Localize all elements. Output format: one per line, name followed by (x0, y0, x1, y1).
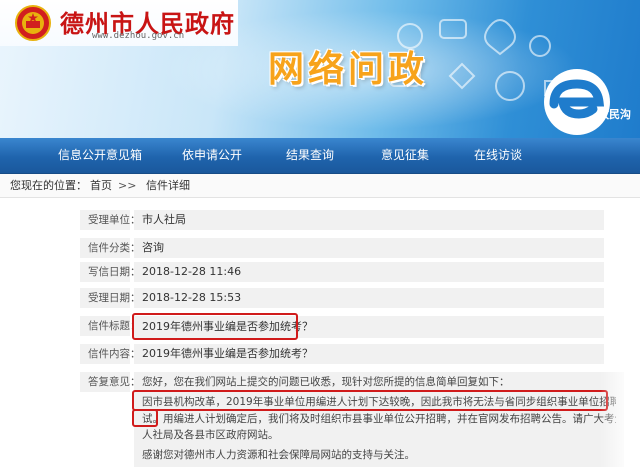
field-label: 信件内容： (80, 344, 141, 364)
field-value: 2019年德州事业编是否参加统考？ (134, 344, 604, 364)
nav-item-online-interview[interactable]: 在线访谈 (474, 138, 522, 174)
field-label: 受理单位： (80, 210, 141, 230)
nav-item-result-query[interactable]: 结果查询 (286, 138, 334, 174)
field-value: 咨询 (134, 238, 604, 258)
reply-line: 感谢您对德州市人力资源和社会保障局网站的支持与关注。 (142, 449, 415, 461)
main-nav: 信息公开意见箱 依申请公开 结果查询 意见征集 在线访谈 (0, 138, 640, 174)
e-gov-logo-text: 政民沟 (598, 108, 631, 121)
reply-line: 您好，您在我们网站上提交的问题已收悉，现针对您所提的信息简单回复如下： (142, 376, 510, 388)
site-title: 网络问政 (268, 49, 429, 90)
field-value: 市人社局 (134, 210, 604, 230)
reply-line: 人社局及各县市区政府网站。 (142, 428, 279, 441)
breadcrumb-current: 信件详细 (146, 179, 190, 192)
reply-body: 您好，您在我们网站上提交的问题已收悉，现针对您所提的信息简单回复如下： 因市县机… (134, 372, 624, 467)
nav-item-opinion-collection[interactable]: 意见征集 (381, 138, 429, 174)
breadcrumb-separator: >> (118, 179, 137, 192)
nav-item-info-disclosure-mailbox[interactable]: 信息公开意见箱 (58, 138, 142, 174)
breadcrumb: 您现在的位置： 首页 >> 信件详细 (0, 174, 640, 198)
national-emblem-icon (15, 5, 51, 41)
field-label: 信件分类： (80, 238, 141, 258)
field-value: 2019年德州事业编是否参加统考？ (134, 316, 604, 338)
gov-logo-block[interactable]: 德州市人民政府 www.dezhou.gov.cn (0, 0, 238, 46)
field-value: 2018-12-28 15:53 (134, 288, 604, 308)
breadcrumb-home-link[interactable]: 首页 (90, 174, 112, 198)
edge-fade (600, 360, 640, 473)
field-label: 信件标题： (80, 316, 141, 336)
field-value: 2018-12-28 11:46 (134, 262, 604, 282)
site-url: www.dezhou.gov.cn (92, 31, 185, 41)
e-gov-logo-icon (544, 69, 610, 135)
field-label: 写信日期： (80, 262, 141, 282)
reply-line: 因市县机构改革，2019年事业单位用编进人计划下达较晚，因此我市将无法与省同步组… (142, 395, 616, 408)
site-banner: 德州市人民政府 www.dezhou.gov.cn 网络问政 政民沟 (0, 0, 640, 138)
letter-detail: 受理单位： 市人社局 信件分类： 咨询 写信日期： 2018-12-28 11:… (0, 200, 640, 473)
field-label: 答复意见： (80, 372, 141, 392)
nav-item-apply-disclosure[interactable]: 依申请公开 (182, 138, 242, 174)
reply-line: 试。用编进人计划确定后，我们将及时组织市县事业单位公开招聘，并在官网发布招聘公告… (142, 413, 616, 425)
field-label: 受理日期： (80, 288, 141, 308)
breadcrumb-prefix: 您现在的位置： (10, 179, 87, 192)
